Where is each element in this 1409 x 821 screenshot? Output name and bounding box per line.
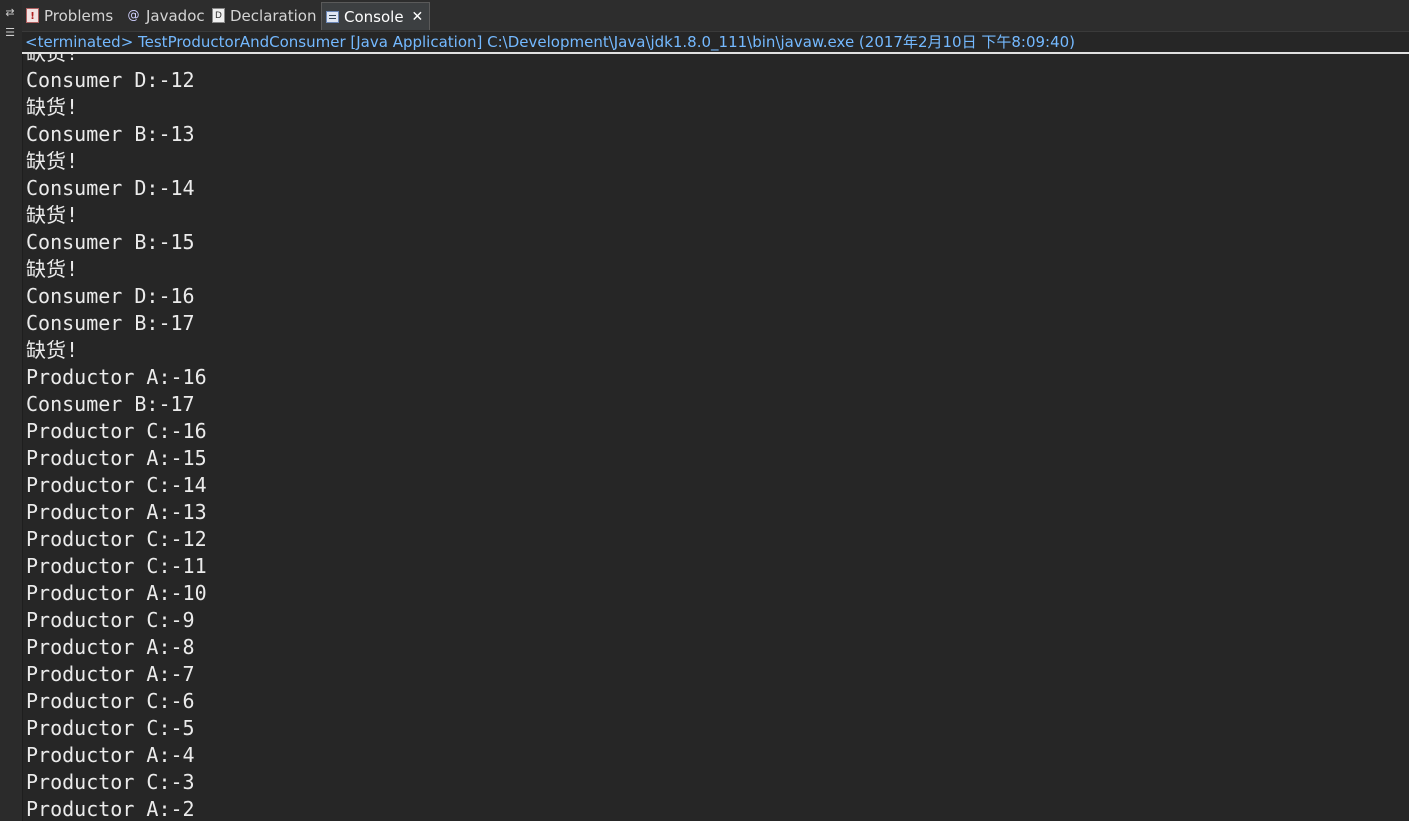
console-line: Productor C:-6 [26,689,195,713]
restore-icon[interactable]: ☰ [3,26,17,40]
console-line: Productor A:-10 [26,581,207,605]
console-line: Productor C:-11 [26,554,207,578]
console-line: Productor C:-3 [26,770,195,794]
tab-label: Declaration [230,6,317,25]
problems-icon: ! [26,8,39,23]
console-line: Productor C:-14 [26,473,207,497]
console-line: Productor A:-4 [26,743,195,767]
console-status-line: <terminated> TestProductorAndConsumer [J… [22,32,1409,54]
console-line: 缺货! [26,257,79,281]
minimize-icon[interactable]: ⇄ [3,6,17,20]
close-icon[interactable]: ✕ [412,9,424,25]
console-line: Consumer B:-15 [26,230,195,254]
console-line: 缺货! [26,149,79,173]
console-line: Productor A:-16 [26,365,207,389]
console-line: Productor A:-15 [26,446,207,470]
console-line: 缺货! [26,95,79,119]
console-line: Consumer D:-14 [26,176,195,200]
console-line: Consumer B:-17 [26,392,195,416]
tab-label: Javadoc [146,6,205,25]
console-line: 缺货! [26,338,79,362]
tab-console[interactable]: Console ✕ [321,2,431,30]
console-line: 缺货! [26,54,207,67]
tab-problems[interactable]: ! Problems [26,2,113,29]
console-line: Consumer B:-13 [26,122,195,146]
console-line: Consumer D:-16 [26,284,195,308]
console-line: Productor A:-2 [26,797,195,821]
tab-label: Console [344,7,404,26]
console-line: Productor A:-7 [26,662,195,686]
left-gutter: ⇄ ☰ [0,0,23,821]
tab-declaration[interactable]: D Declaration [212,2,316,29]
console-line: Consumer B:-17 [26,311,195,335]
console-line: Productor C:-16 [26,419,207,443]
console-output[interactable]: 缺货!Consumer D:-12缺货!Consumer B:-13缺货!Con… [22,54,1409,821]
console-line: 缺货! [26,203,79,227]
view-tab-bar: ! Problems @ Javadoc D Declaration Conso… [22,0,1409,32]
tab-javadoc[interactable]: @ Javadoc [126,2,205,29]
console-line: Productor C:-12 [26,527,207,551]
javadoc-icon: @ [127,8,140,22]
declaration-icon: D [212,8,225,23]
console-lines: 缺货!Consumer D:-12缺货!Consumer B:-13缺货!Con… [26,54,207,821]
console-line: Consumer D:-12 [26,68,195,92]
console-line: Productor C:-9 [26,608,195,632]
console-icon [326,10,339,23]
console-line: Productor A:-13 [26,500,207,524]
console-line: Productor A:-8 [26,635,195,659]
console-line: Productor C:-5 [26,716,195,740]
tab-label: Problems [44,6,114,25]
